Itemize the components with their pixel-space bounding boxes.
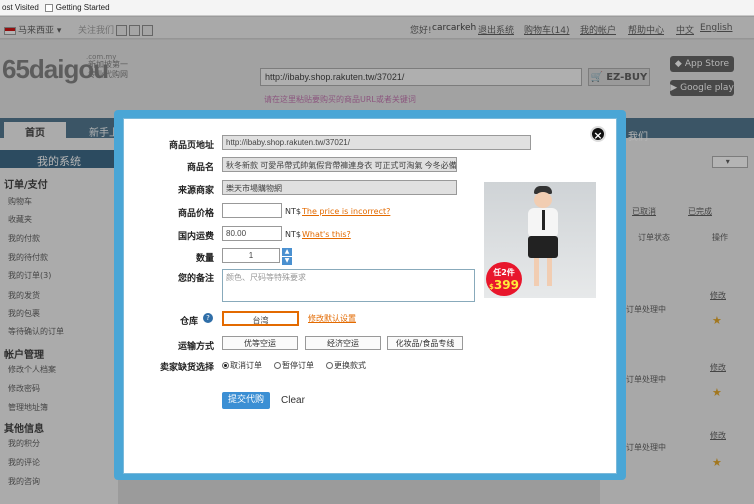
promo-badge: 任2件 $399 — [486, 262, 522, 296]
radio-icon — [274, 362, 281, 369]
submit-button[interactable]: 提交代购 — [222, 392, 270, 409]
promo-text: 任2件 — [493, 268, 515, 277]
close-icon[interactable]: × — [590, 126, 606, 142]
radio-label: 更换款式 — [334, 361, 366, 370]
bookmark-getting-started[interactable]: Getting Started — [44, 3, 110, 12]
radio-label: 取消订单 — [230, 361, 262, 370]
merchant-field: 樂天市場購物網 — [222, 180, 457, 195]
help-icon[interactable]: ? — [203, 313, 213, 323]
label-remark: 您的备注 — [177, 274, 214, 284]
label-seller-oos: 卖家缺货选择 — [159, 363, 214, 373]
transport-economy-air[interactable]: 经济空运 — [305, 336, 381, 350]
label-name: 商品名 — [186, 163, 214, 173]
whats-this-link[interactable]: What's this? — [302, 230, 351, 239]
page-icon — [44, 3, 53, 12]
head-shape — [534, 192, 552, 208]
qty-up-icon[interactable]: ▲ — [282, 248, 292, 256]
radio-label: 暂停订单 — [282, 361, 314, 370]
label-qty: 数量 — [195, 254, 214, 264]
shipping-input[interactable]: 80.00 — [222, 226, 282, 241]
bookmark-label: ost Visited — [2, 3, 39, 12]
remark-textarea[interactable]: 颜色、尺码等特殊要求 — [222, 269, 475, 302]
warehouse-select[interactable]: 台湾 — [222, 311, 299, 326]
label-transport: 运输方式 — [177, 342, 214, 352]
shipping-unit: NT$ — [285, 230, 301, 239]
radio-icon — [326, 362, 333, 369]
bookmark-label: Getting Started — [55, 3, 110, 12]
tie-shape — [542, 210, 545, 230]
leg-shape — [534, 258, 539, 286]
qty-input[interactable]: 1 — [222, 248, 280, 263]
radio-icon — [222, 362, 229, 369]
price-input[interactable] — [222, 203, 282, 218]
label-price: 商品价格 — [177, 209, 214, 219]
bookmarks-bar: ost Visited Getting Started — [0, 0, 754, 16]
transport-cosmetics-food[interactable]: 化妆品/食品专线 — [387, 336, 463, 350]
transport-premium-air[interactable]: 优等空运 — [222, 336, 298, 350]
bookmark-most-visited[interactable]: ost Visited — [2, 3, 39, 12]
leg-shape — [547, 258, 552, 286]
clear-button[interactable]: Clear — [281, 395, 305, 406]
price-unit: NT$ — [285, 207, 301, 216]
change-default-link[interactable]: 修改默认设置 — [308, 313, 356, 324]
oos-change-radio[interactable]: 更换款式 — [326, 360, 366, 371]
product-image: 任2件 $399 — [484, 182, 596, 298]
oos-cancel-radio[interactable]: 取消订单 — [222, 360, 262, 371]
pants-shape — [528, 236, 558, 258]
label-merchant: 来源商家 — [177, 186, 214, 196]
label-warehouse: 仓库 — [179, 317, 198, 327]
promo-price: 399 — [493, 278, 519, 292]
label-shipping: 国内运费 — [177, 232, 214, 242]
price-incorrect-link[interactable]: The price is incorrect? — [302, 207, 390, 216]
url-field: http://ibaby.shop.rakuten.tw/37021/ — [222, 135, 531, 150]
name-field[interactable]: 秋冬新款 可愛吊帶式帥氣假背帶褲連身衣 可正式可淘氣 今冬必備 — [222, 157, 457, 172]
label-url: 商品页地址 — [168, 141, 214, 151]
oos-pause-radio[interactable]: 暂停订单 — [274, 360, 314, 371]
qty-down-icon[interactable]: ▼ — [282, 257, 292, 265]
